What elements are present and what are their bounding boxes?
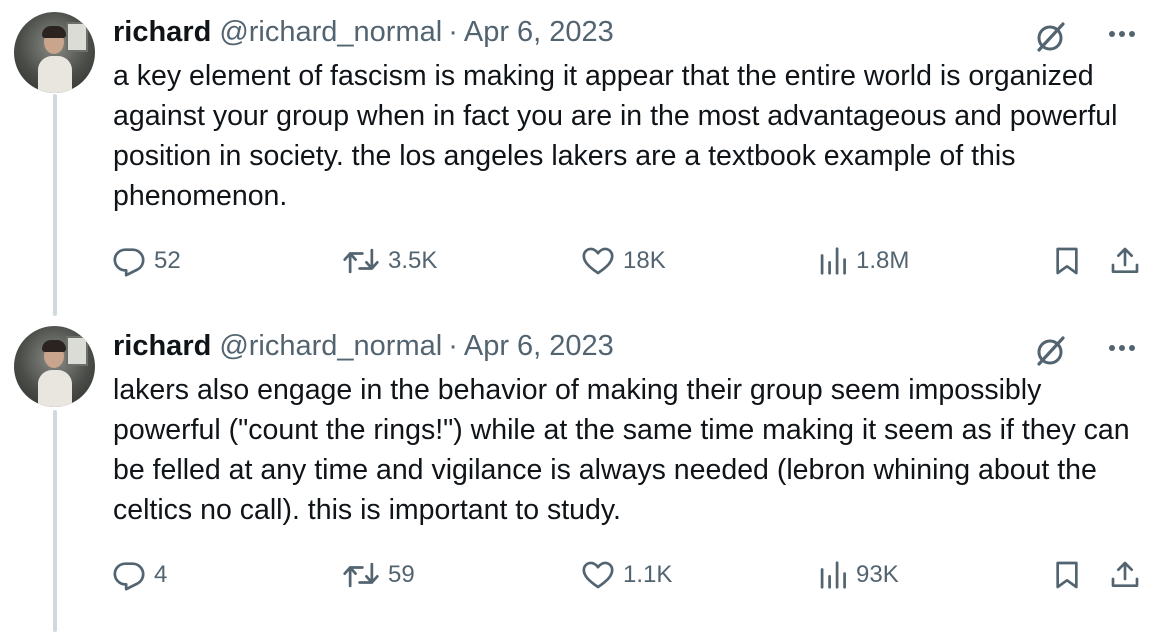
share-icon[interactable] [1109,559,1141,591]
reply-button[interactable]: 52 [112,244,181,278]
separator-dot: · [448,329,458,362]
heart-icon [582,247,614,275]
views-count: 1.8M [856,247,910,274]
tweet-text: a key element of fascism is making it ap… [113,60,1118,212]
like-button[interactable]: 1.1K [581,558,672,592]
avatar[interactable] [14,12,95,93]
tweet-text: lakers also engage in the behavior of ma… [113,374,1130,526]
repost-button[interactable]: 3.5K [342,244,437,278]
repost-count: 59 [388,561,415,588]
reply-count: 4 [154,561,168,588]
avatar[interactable] [14,326,95,407]
views-icon [820,561,846,589]
tweet-header: richard @richard_normal · Apr 6, 2023 [113,326,614,366]
more-icon[interactable] [1104,16,1140,52]
author-name[interactable]: richard [113,16,211,49]
bookmark-icon[interactable] [1051,245,1083,277]
author-handle[interactable]: @richard_normal [219,16,442,49]
reply-icon [113,248,145,277]
tweet-date[interactable]: Apr 6, 2023 [464,330,614,363]
thread-page: richard @richard_normal · Apr 6, 2023 a … [0,0,1162,640]
more-icon[interactable] [1104,330,1140,366]
tweet[interactable]: richard @richard_normal · Apr 6, 2023 la… [0,314,1162,628]
views-button[interactable]: 93K [818,558,899,592]
bookmark-icon[interactable] [1051,559,1083,591]
reply-count: 52 [154,247,181,274]
like-count: 1.1K [623,561,673,588]
author-name[interactable]: richard [113,330,211,363]
grok-icon[interactable] [1030,16,1070,56]
reply-icon [113,562,145,591]
tweet-header: richard @richard_normal · Apr 6, 2023 [113,12,614,52]
repost-count: 3.5K [388,247,438,274]
views-icon [820,247,846,275]
views-button[interactable]: 1.8M [818,244,909,278]
views-count: 93K [856,561,899,588]
tweet-date[interactable]: Apr 6, 2023 [464,16,614,49]
grok-icon[interactable] [1030,330,1070,370]
like-button[interactable]: 18K [581,244,666,278]
author-handle[interactable]: @richard_normal [219,330,442,363]
repost-icon [343,248,379,274]
like-count: 18K [623,247,666,274]
repost-icon [343,562,379,588]
repost-button[interactable]: 59 [342,558,415,592]
share-icon[interactable] [1109,245,1141,277]
tweet[interactable]: richard @richard_normal · Apr 6, 2023 a … [0,0,1162,314]
reply-button[interactable]: 4 [112,558,167,592]
separator-dot: · [448,15,458,48]
heart-icon [582,561,614,589]
